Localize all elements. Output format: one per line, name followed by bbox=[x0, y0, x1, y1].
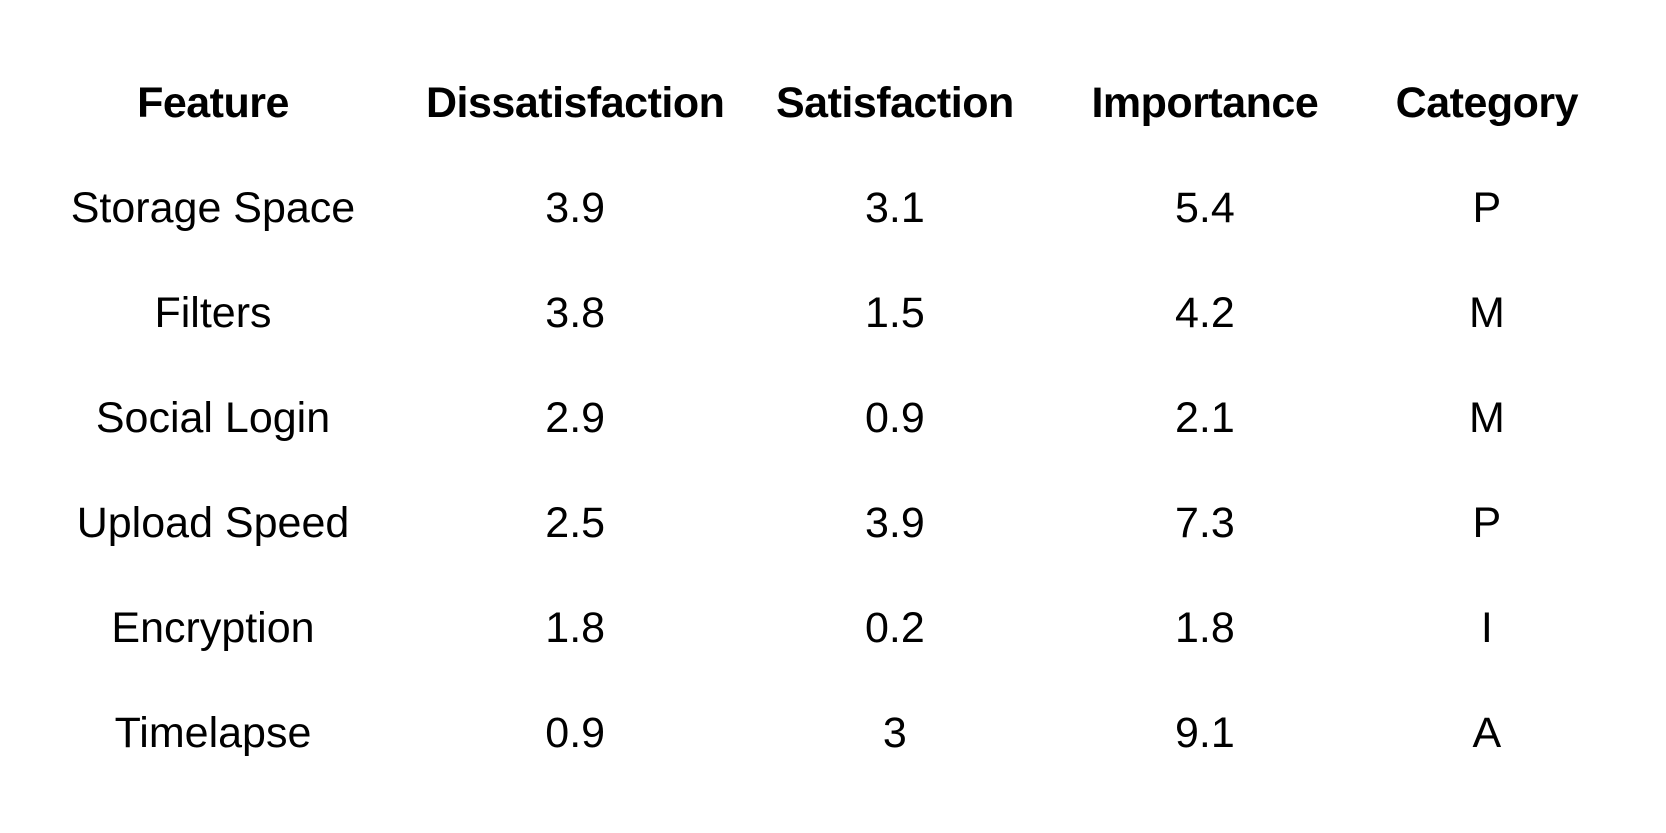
column-header: Category bbox=[1395, 79, 1579, 127]
table-cell: Filters bbox=[154, 289, 272, 337]
table-row: Upload Speed 2.5 3.9 7.3 P bbox=[0, 471, 1629, 576]
table-cell: P bbox=[1472, 184, 1502, 232]
table-cell: 3.1 bbox=[864, 184, 925, 232]
table-cell: Storage Space bbox=[70, 184, 356, 232]
column-header: Importance bbox=[1091, 79, 1319, 127]
table-cell: 0.2 bbox=[864, 604, 925, 652]
table-cell: Timelapse bbox=[114, 709, 312, 757]
table-cell: 3.9 bbox=[864, 499, 925, 547]
header-row: Feature Dissatisfaction Satisfaction Imp… bbox=[0, 51, 1629, 156]
table-row: Filters 3.8 1.5 4.2 M bbox=[0, 261, 1629, 366]
table-cell: 2.9 bbox=[545, 394, 606, 442]
table-cell: M bbox=[1468, 394, 1505, 442]
table-cell: Upload Speed bbox=[76, 499, 350, 547]
table-row: Storage Space 3.9 3.1 5.4 P bbox=[0, 156, 1629, 261]
table-cell: M bbox=[1468, 289, 1505, 337]
table-cell: 0.9 bbox=[545, 709, 606, 757]
table-cell: 3.9 bbox=[545, 184, 606, 232]
table-cell: Social Login bbox=[95, 394, 331, 442]
table-cell: 2.1 bbox=[1174, 394, 1235, 442]
table-cell: 9.1 bbox=[1174, 709, 1235, 757]
column-header: Dissatisfaction bbox=[426, 79, 725, 127]
data-table: Feature Dissatisfaction Satisfaction Imp… bbox=[0, 51, 1629, 786]
table-cell: 1.5 bbox=[864, 289, 925, 337]
table-cell: 0.9 bbox=[864, 394, 925, 442]
table-cell: Encryption bbox=[111, 604, 315, 652]
table-cell: 1.8 bbox=[1174, 604, 1235, 652]
table-row: Social Login 2.9 0.9 2.1 M bbox=[0, 366, 1629, 471]
table-cell: 5.4 bbox=[1174, 184, 1235, 232]
table-cell: A bbox=[1472, 709, 1502, 757]
table-cell: 4.2 bbox=[1174, 289, 1235, 337]
table-cell: 3 bbox=[882, 709, 907, 757]
table-cell: 3.8 bbox=[545, 289, 606, 337]
table-cell: 2.5 bbox=[545, 499, 606, 547]
table-cell: I bbox=[1480, 604, 1493, 652]
table-row: Encryption 1.8 0.2 1.8 I bbox=[0, 576, 1629, 681]
table-figure: Feature Dissatisfaction Satisfaction Imp… bbox=[0, 0, 1666, 833]
table-cell: P bbox=[1472, 499, 1502, 547]
table-row: Timelapse 0.9 3 9.1 A bbox=[0, 681, 1629, 786]
table-cell: 7.3 bbox=[1174, 499, 1235, 547]
table-cell: 1.8 bbox=[545, 604, 606, 652]
column-header: Satisfaction bbox=[776, 79, 1014, 127]
column-header: Feature bbox=[137, 79, 289, 127]
